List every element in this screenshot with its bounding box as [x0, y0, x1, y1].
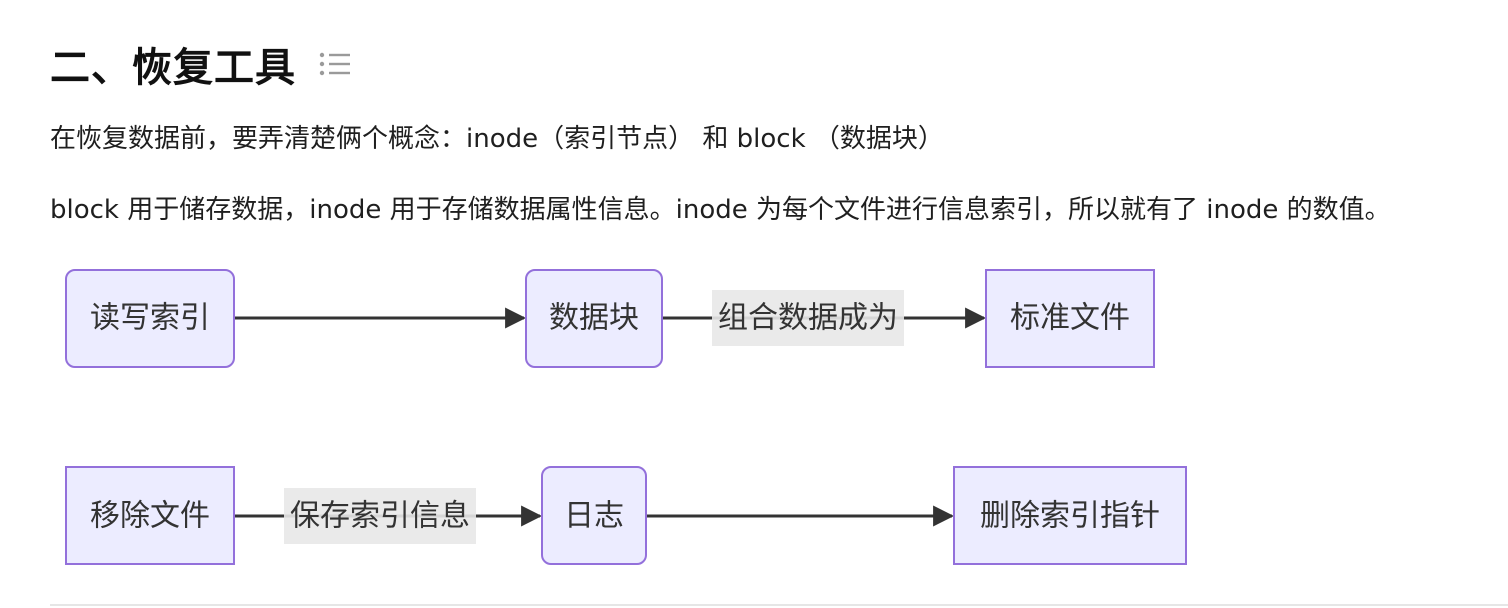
node-delete-index-pointer[interactable]: 删除索引指针	[953, 466, 1187, 565]
node-data-block[interactable]: 数据块	[525, 269, 663, 368]
node-label: 日志	[564, 499, 624, 534]
node-remove-file[interactable]: 移除文件	[65, 466, 235, 565]
flowchart-diagram: 组合数据成为 保存索引信息 读写索引 数据块 标准文件 移除文件 日志 删除索引…	[65, 269, 1187, 565]
node-label: 数据块	[549, 301, 639, 336]
node-label: 删除索引指针	[980, 499, 1160, 534]
edge-label-combine: 组合数据成为	[718, 301, 898, 336]
node-label: 移除文件	[90, 499, 210, 534]
edge-label-save-index: 保存索引信息	[290, 499, 470, 534]
section-divider	[50, 604, 1508, 606]
node-standard-file[interactable]: 标准文件	[985, 269, 1155, 368]
node-label: 读写索引	[90, 301, 210, 336]
node-read-write-index[interactable]: 读写索引	[65, 269, 235, 368]
node-log[interactable]: 日志	[541, 466, 647, 565]
node-label: 标准文件	[1010, 301, 1130, 336]
